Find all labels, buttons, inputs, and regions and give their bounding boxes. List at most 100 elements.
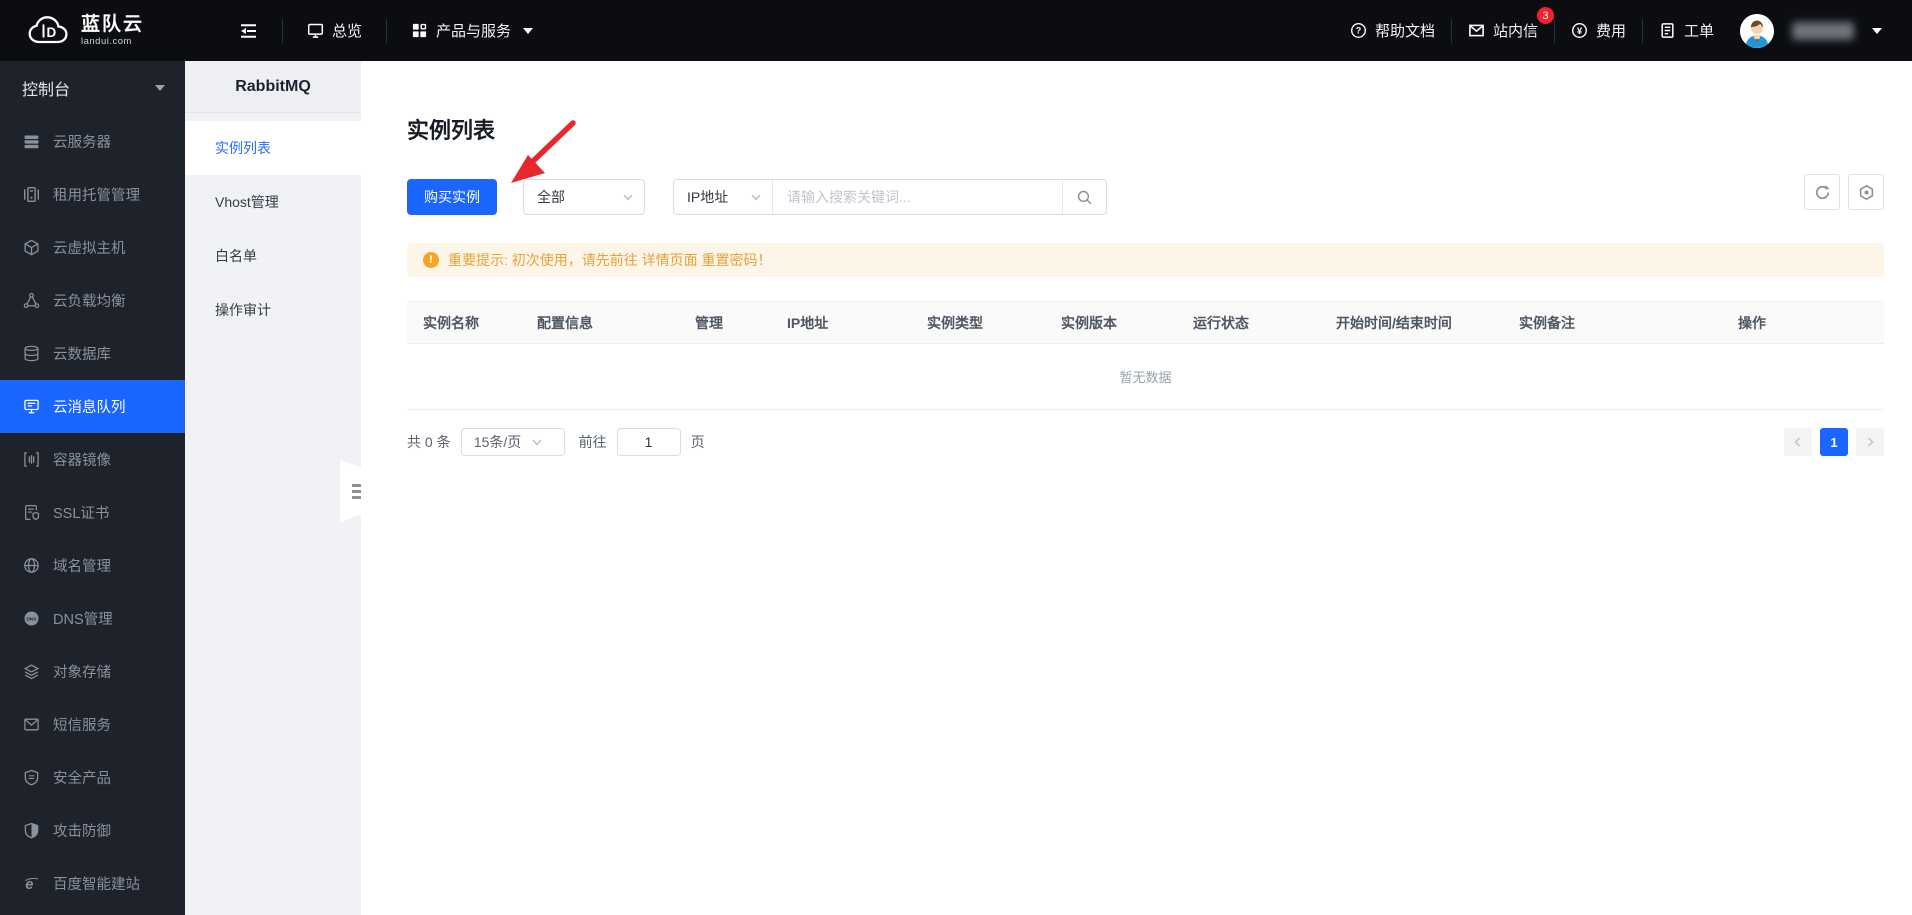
submenu-item-label: 实例列表 [215,140,271,156]
search-group: IP地址 [673,179,1107,215]
fees-button[interactable]: ¥ 费用 [1561,0,1636,61]
settings-button[interactable] [1848,174,1884,210]
divider [282,18,283,43]
layout: 控制台 云服务器 租用托管管理 云虚拟主机 云负载均衡 云数据库 云消息队列 容… [0,61,1912,915]
divider [1641,18,1643,43]
sidebar-item-load-balancer[interactable]: 云负载均衡 [0,274,185,327]
submenu-item-whitelist[interactable]: 白名单 [185,229,361,283]
nav-products-services[interactable]: 产品与服务 [401,0,543,61]
sidebar-item-hosting-management[interactable]: 租用托管管理 [0,168,185,221]
cloud-logo-icon: D [26,13,72,49]
secondary-sidebar: RabbitMQ 实例列表 Vhost管理 白名单 操作审计 [185,61,361,915]
sidebar-item-baidu-site-builder[interactable]: e 百度智能建站 [0,857,185,910]
sidebar-item-container-registry[interactable]: 容器镜像 [0,433,185,486]
dns-icon: DNS [22,610,40,628]
divider [386,18,388,43]
logo-domain: landui.com [81,35,132,47]
certificate-shield-icon [22,504,40,522]
search-button[interactable] [1062,180,1106,214]
sidebar-item-label: 安全产品 [53,771,111,787]
main-content: 实例列表 购买实例 全部 IP地址 请输入搜索关键词... ! 重要提示: 初次… [361,61,1912,915]
shield-icon [22,769,40,787]
logo[interactable]: D 蓝队云 landui.com [26,13,201,49]
shield-half-icon [22,822,40,840]
status-filter-select[interactable]: 全部 [523,179,645,215]
divider [1553,18,1555,43]
filter-toolbar: 购买实例 全部 IP地址 [407,179,1912,215]
envelope-icon [22,716,40,734]
logo-title: 蓝队云 [81,13,145,35]
avatar [1740,13,1774,48]
sidebar-item-label: 云服务器 [53,135,111,151]
user-menu[interactable] [1730,0,1892,61]
console-label: 控制台 [22,82,71,99]
submenu-item-instance-list[interactable]: 实例列表 [185,121,361,175]
next-page-button[interactable] [1856,428,1884,456]
page-unit-label: 页 [690,434,705,450]
page-size-select[interactable]: 15条/页 [460,428,565,456]
grid-icon [411,22,428,39]
search-input[interactable] [772,180,1062,214]
sidebar-item-object-storage[interactable]: 对象存储 [0,645,185,698]
table-header-row: 实例名称 配置信息 管理 IP地址 实例类型 实例版本 运行状态 开始时间/结束… [407,301,1884,344]
help-docs-button[interactable]: ? 帮助文档 [1340,0,1445,61]
svg-text:?: ? [1356,26,1362,36]
username-blurred [1792,21,1854,40]
primary-sidebar: 控制台 云服务器 租用托管管理 云虚拟主机 云负载均衡 云数据库 云消息队列 容… [0,61,185,915]
sidebar-item-cloud-database[interactable]: 云数据库 [0,327,185,380]
column-header: 实例版本 [1061,314,1117,331]
sidebar-item-label: 云负载均衡 [53,294,126,310]
pagination-bar: 共 0 条 15条/页 前往 页 1 [407,428,1884,456]
prev-page-button[interactable] [1784,428,1812,456]
sidebar-item-attack-defense[interactable]: 攻击防御 [0,804,185,857]
sidebar-item-sms-service[interactable]: 短信服务 [0,698,185,751]
chevron-down-icon [623,194,633,201]
svg-text:DNS: DNS [26,617,37,623]
tickets-label: 工单 [1683,23,1714,40]
chevron-down-icon [751,194,761,201]
column-header: 开始时间/结束时间 [1336,314,1452,331]
page-title: 实例列表 [407,118,496,143]
buy-instance-button[interactable]: 购买实例 [407,179,497,215]
server-rack-icon [22,186,40,204]
tickets-button[interactable]: 工单 [1649,0,1724,61]
submenu-item-operation-audit[interactable]: 操作审计 [185,283,361,337]
chevron-down-icon [523,27,534,34]
sidebar-item-domain-management[interactable]: 域名管理 [0,539,185,592]
database-icon [22,345,40,363]
submenu-item-label: Vhost管理 [215,194,279,210]
refresh-button[interactable] [1804,174,1840,210]
sidebar-item-message-queue[interactable]: 云消息队列 [0,380,185,433]
submenu-item-vhost-management[interactable]: Vhost管理 [185,175,361,229]
sidebar-item-cloud-server[interactable]: 云服务器 [0,115,185,168]
collapse-sidebar-button[interactable] [229,0,268,61]
current-page-button[interactable]: 1 [1820,428,1848,456]
column-header: IP地址 [787,314,829,331]
submenu-title: RabbitMQ [185,61,361,113]
console-dropdown[interactable]: 控制台 [0,61,185,115]
column-header: 实例名称 [423,314,479,331]
chevron-left-icon [1794,437,1801,447]
sidebar-item-security-products[interactable]: 安全产品 [0,751,185,804]
search-field-value: IP地址 [687,189,729,205]
messages-button[interactable]: 站内信 3 [1458,0,1554,61]
search-field-select[interactable]: IP地址 [674,180,772,214]
sidebar-item-dns-management[interactable]: DNS DNS管理 [0,592,185,645]
load-balancer-icon [22,292,40,310]
sidebar-item-virtual-host[interactable]: 云虚拟主机 [0,221,185,274]
column-header: 操作 [1738,314,1766,331]
submenu-item-label: 操作审计 [215,302,271,318]
sidebar-item-label: 短信服务 [53,718,111,734]
column-header: 运行状态 [1193,314,1249,331]
sidebar-item-ssl-cert[interactable]: SSL证书 [0,486,185,539]
message-queue-icon [22,398,40,416]
notice-text: 重要提示: 初次使用，请先前往 详情页面 重置密码！ [448,252,772,268]
messages-label: 站内信 [1492,23,1538,40]
total-count: 共 0 条 [407,434,451,450]
nav-overview[interactable]: 总览 [297,0,372,61]
chevron-right-icon [1867,437,1874,447]
sidebar-item-label: 容器镜像 [53,453,111,469]
svg-text:¥: ¥ [1577,26,1583,37]
page-number-input[interactable] [616,428,681,456]
gear-icon [1859,184,1873,200]
